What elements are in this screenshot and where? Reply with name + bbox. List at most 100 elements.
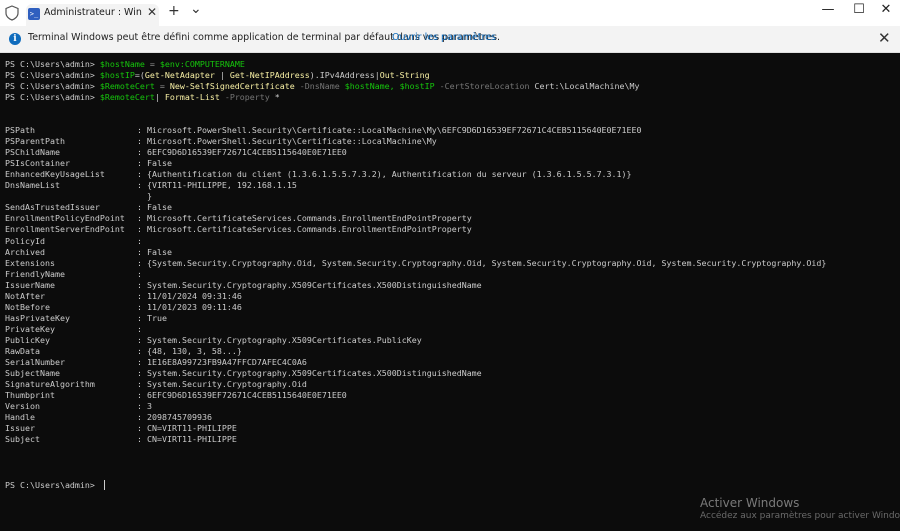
property-name: PSIsContainer (5, 158, 70, 169)
activation-watermark-subtitle: Accédez aux paramètres pour activer Wind… (700, 511, 900, 521)
property-separator: : (137, 390, 142, 401)
variable: $hostIP (99, 70, 135, 80)
variable: $hostIP (399, 81, 435, 91)
maximize-button[interactable]: ☐ (851, 2, 867, 17)
property-separator: : (137, 301, 142, 312)
property-name: Subject (5, 434, 40, 445)
property-value: CN=VIRT11-PHILIPPE (147, 434, 237, 445)
property-value: Microsoft.CertificateServices.Commands.E… (147, 213, 472, 224)
cmdlet: Format-List (164, 92, 220, 102)
property-name: Extensions (5, 257, 55, 268)
property-name: PSPath (5, 125, 35, 135)
operator: | (214, 70, 230, 80)
property-value: {System.Security.Cryptography.Oid, Syste… (147, 257, 827, 268)
property-value: 2098745709936 (147, 412, 212, 423)
property-separator: : (137, 368, 142, 379)
property-value: 11/01/2024 09:31:46 (147, 290, 242, 301)
property-name: RawData (5, 346, 40, 356)
property-value: 1E16E8A99723FB9A47FFCD7AFEC4C0A6 (147, 357, 307, 368)
text: * (274, 92, 280, 102)
property-name: PublicKey (5, 334, 50, 345)
property-value: {Authentification du client (1.3.6.1.5.5… (147, 169, 632, 180)
property-separator: : (137, 202, 142, 213)
property-name: PSParentPath (5, 136, 65, 147)
property-value: System.Security.Cryptography.Oid (147, 379, 307, 390)
property-name: IssuerName (5, 279, 55, 290)
property-name: Thumbprint (5, 390, 55, 401)
property-separator: : (137, 323, 142, 334)
property-separator: : (137, 357, 142, 368)
property-value: System.Security.Cryptography.X509Certifi… (147, 279, 482, 290)
property-separator: : (137, 423, 142, 434)
parameter: -Property (219, 92, 275, 102)
command-line-1: PS C:\Users\admin> $hostName = $env:COMP… (5, 59, 245, 69)
property-name: FriendlyName (5, 268, 65, 279)
property-separator: : (137, 257, 142, 268)
prompt: PS C:\Users\admin> (5, 92, 100, 102)
powershell-icon: >_ (28, 8, 40, 20)
prompt: PS C:\Users\admin> (5, 59, 100, 69)
property-separator: : (137, 312, 142, 323)
property-name: EnrollmentServerEndPoint (5, 224, 125, 235)
property-value: Microsoft.CertificateServices.Commands.E… (147, 224, 472, 235)
cmdlet: Get-NetIPAddress (229, 70, 310, 80)
variable: $hostName, (344, 81, 395, 91)
property-value: System.Security.Cryptography.X509Certifi… (147, 368, 482, 379)
property-value: 6EFC9D6D16539EF72671C4CEB5115640E0E71EE0 (147, 390, 347, 401)
tab-close-icon[interactable]: ✕ (147, 5, 157, 19)
property-name: Handle (5, 412, 35, 423)
property-name: NotBefore (5, 301, 50, 312)
close-window-button[interactable]: ✕ (878, 2, 894, 17)
activation-watermark-title: Activer Windows (700, 496, 800, 510)
tab-title: Administrateur : Windows PowerShell (44, 7, 142, 18)
info-close-icon[interactable]: ✕ (878, 29, 891, 47)
property-separator: : (137, 180, 142, 191)
new-tab-button[interactable]: + (168, 3, 180, 19)
property-name: Version (5, 401, 40, 412)
terminal-output[interactable]: PS C:\Users\admin> $hostName = $env:COMP… (0, 53, 900, 531)
property-name: NotAfter (5, 290, 45, 301)
property-separator: : (137, 246, 142, 257)
property-separator: : (137, 169, 142, 180)
property-name: EnhancedKeyUsageList (5, 169, 105, 180)
open-settings-link[interactable]: Ouvrir les paramètres (392, 32, 496, 43)
property-separator: : (137, 125, 142, 135)
property-separator: : (137, 279, 142, 290)
info-icon: i (9, 33, 21, 45)
property-separator: : (137, 401, 142, 412)
property-name: SerialNumber (5, 357, 65, 368)
command-line-4: PS C:\Users\admin> $RemoteCert| Format-L… (5, 92, 280, 102)
shield-icon (5, 5, 19, 21)
property-separator: : (137, 213, 142, 224)
text-cursor (104, 480, 105, 490)
property-name: SubjectName (5, 368, 60, 379)
property-separator: : (137, 158, 142, 169)
variable: $env:COMPUTERNAME (159, 59, 245, 69)
property-separator: : (137, 379, 142, 390)
variable: $RemoteCert (99, 81, 155, 91)
property-separator: : (137, 434, 142, 445)
cmdlet: New-SelfSignedCertificate (169, 81, 295, 91)
property-value: System.Security.Cryptography.X509Certifi… (147, 334, 422, 345)
command-line-2: PS C:\Users\admin> $hostIP=(Get-NetAdapt… (5, 70, 430, 80)
property-separator: : (137, 412, 142, 423)
parameter: -CertStoreLocation (434, 81, 535, 91)
prompt: PS C:\Users\admin> (5, 70, 100, 80)
minimize-button[interactable]: — (820, 2, 836, 17)
property-value: 3 (147, 401, 152, 412)
dropdown-icon[interactable]: ⌄ (190, 1, 202, 17)
property-value: {48, 130, 3, 58...} (147, 346, 242, 356)
property-value: False (147, 202, 172, 213)
property-separator: : (137, 235, 142, 246)
property-name: PrivateKey (5, 323, 55, 334)
parameter: -DnsName (294, 81, 345, 91)
property-separator: : (137, 334, 142, 345)
command-line-3: PS C:\Users\admin> $RemoteCert = New-Sel… (5, 81, 639, 91)
property-value: Microsoft.PowerShell.Security\Certificat… (147, 125, 642, 135)
variable: $RemoteCert (99, 92, 155, 102)
cmdlet: Out-String (379, 70, 430, 80)
property-separator: : (137, 224, 142, 235)
property-name: SendAsTrustedIssuer (5, 202, 100, 213)
property-name: Archived (5, 246, 45, 257)
tab-powershell[interactable]: >_ Administrateur : Windows PowerShell ✕ (26, 4, 159, 26)
